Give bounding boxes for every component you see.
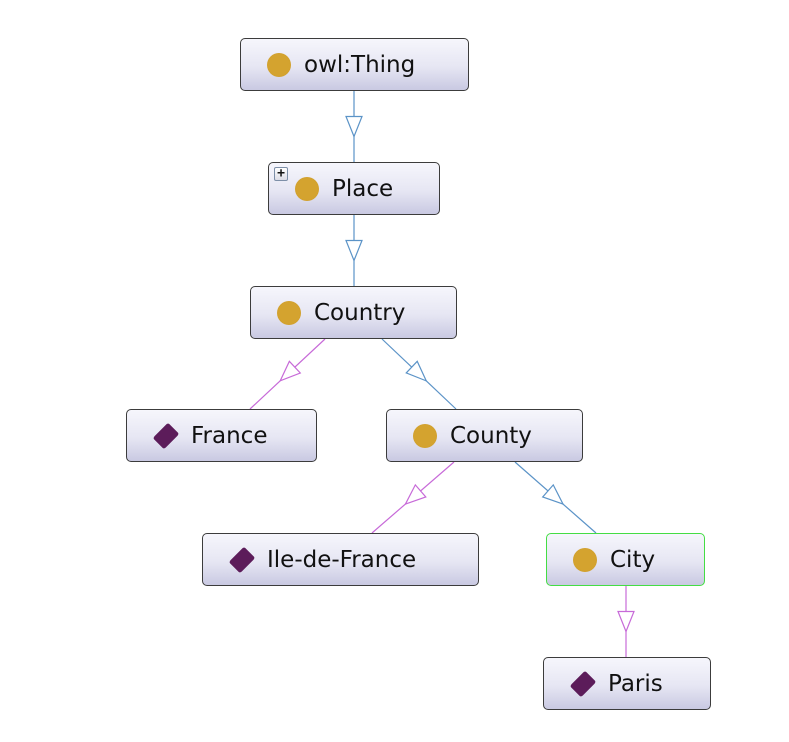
edge-country-to-county [381,338,457,410]
ontology-graph-canvas[interactable]: owl:Thing + Place Country France County … [0,0,789,742]
node-label: Paris [608,670,663,697]
edge-county-to-ile-de-france [371,461,455,534]
node-label: owl:Thing [304,51,416,78]
arrowhead-county-to-city [541,483,565,506]
node-paris[interactable]: Paris [543,657,711,710]
node-country[interactable]: Country [250,286,457,339]
node-label: Place [332,175,394,202]
node-ile-de-france[interactable]: Ile-de-France [202,533,479,586]
class-icon [295,176,319,201]
node-city[interactable]: City [546,533,705,586]
individual-diamond-icon [228,546,256,573]
class-icon [413,423,437,448]
arrowhead-city-to-paris [617,610,635,634]
edge-layer [249,91,635,657]
node-label: Country [314,299,406,326]
node-county[interactable]: County [386,409,583,462]
individual-diamond-icon [152,422,180,449]
arrowhead-county-to-ile-de-france [404,483,427,506]
node-place[interactable]: + Place [268,162,440,215]
edge-county-to-city [514,461,597,534]
expand-plus-icon[interactable]: + [274,167,288,181]
individual-diamond-icon [569,670,597,697]
node-owl-thing[interactable]: owl:Thing [240,38,469,91]
node-label: Ile-de-France [267,546,417,573]
node-label: France [191,422,268,449]
arrowhead-country-to-county [405,360,428,382]
arrowhead-owl-thing-to-place [345,115,363,139]
class-icon [277,300,301,325]
arrowhead-country-to-france [279,360,302,382]
node-label: County [450,422,532,449]
edge-country-to-france [249,338,326,410]
node-france[interactable]: France [126,409,317,462]
node-label: City [610,546,656,573]
class-icon [573,547,597,572]
arrowhead-place-to-country [345,239,363,263]
class-icon [267,52,291,77]
